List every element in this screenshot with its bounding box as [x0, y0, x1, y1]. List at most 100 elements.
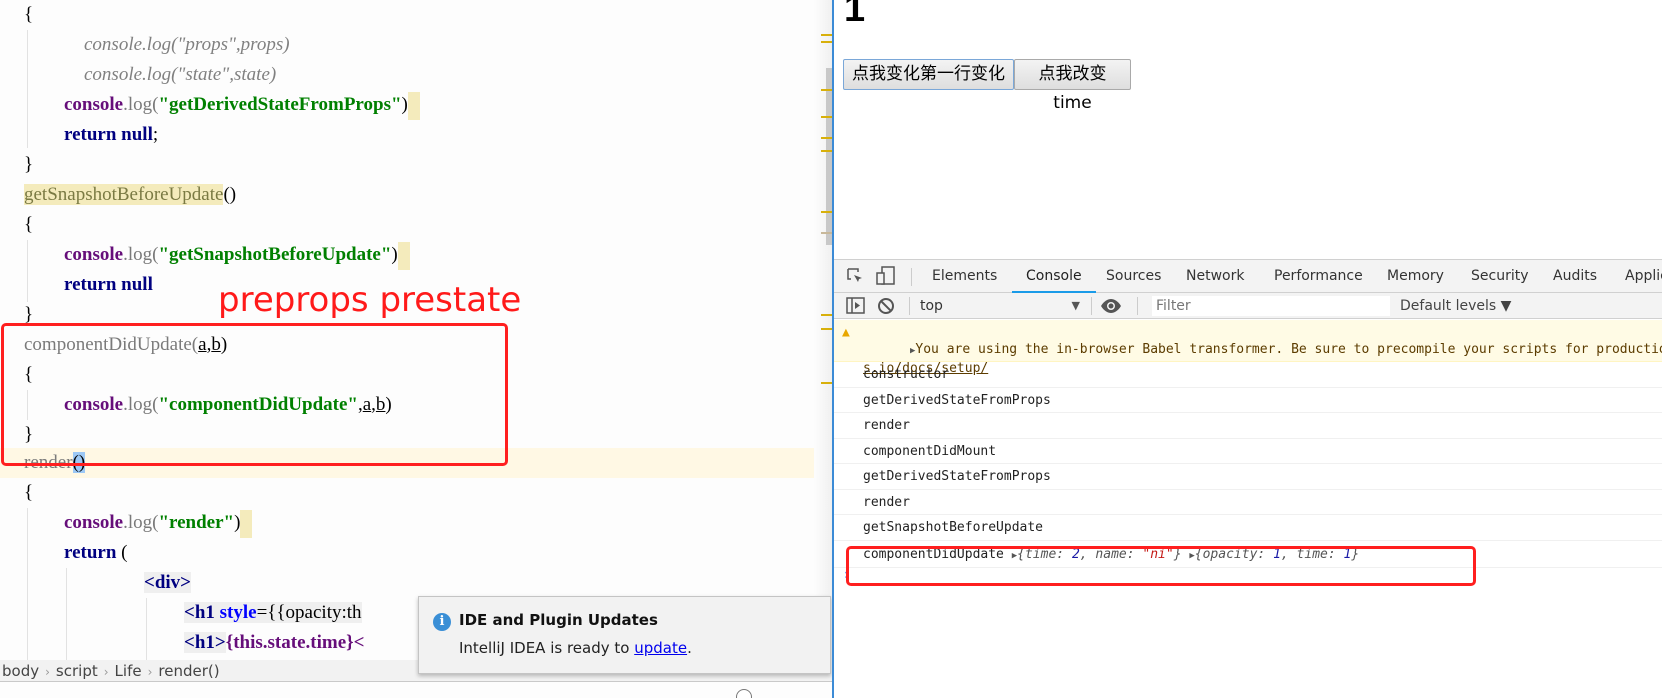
- code-token: (): [223, 184, 237, 205]
- breadcrumb-item[interactable]: Life: [115, 662, 142, 680]
- indent-guide: [27, 240, 28, 302]
- inspect-element-icon[interactable]: [846, 267, 864, 289]
- code-line: <h1>{this.state.time}<: [184, 628, 364, 658]
- code-token: console: [64, 512, 124, 533]
- console-message: render: [834, 413, 1662, 439]
- code-token: .log(: [123, 512, 159, 533]
- code-line: {: [24, 482, 34, 503]
- gutter-marker[interactable]: [821, 116, 832, 118]
- tab-elements[interactable]: Elements: [932, 260, 997, 293]
- gutter-marker[interactable]: [821, 328, 832, 330]
- code-token: getSnapshotBeforeUpdate: [24, 184, 224, 205]
- code-editor[interactable]: { console.log("props",props) console.log…: [0, 0, 832, 698]
- notification-title: IDE and Plugin Updates: [459, 611, 658, 629]
- log-levels-dropdown[interactable]: Default levels ▼: [1400, 293, 1511, 319]
- gutter-marker[interactable]: [821, 382, 832, 384]
- code-token: <div>: [144, 572, 191, 593]
- tab-network[interactable]: Network: [1186, 260, 1244, 293]
- code-line: <h1 style={{opacity:th: [184, 598, 362, 628]
- chevron-right-icon: ›: [147, 665, 153, 679]
- console-message: getSnapshotBeforeUpdate: [834, 515, 1662, 541]
- gutter-marker[interactable]: [821, 232, 832, 234]
- filter-input[interactable]: [1152, 296, 1390, 316]
- code-token: return null: [64, 124, 153, 145]
- info-icon: i: [433, 613, 451, 631]
- console-message: getDerivedStateFromProps: [834, 388, 1662, 413]
- toolbar-separator: [1091, 297, 1092, 315]
- indent-guide: [27, 30, 28, 148]
- gutter-marker[interactable]: [821, 137, 832, 139]
- highlight-mark: [397, 241, 410, 270]
- annotation-box: [1, 323, 508, 466]
- show-sidebar-icon[interactable]: [846, 297, 866, 319]
- code-token: (: [116, 542, 128, 563]
- console-warning: ▲ ▶You are using the in-browser Babel tra…: [834, 320, 1662, 376]
- tab-console[interactable]: Console: [1012, 260, 1096, 293]
- code-token: console: [64, 244, 124, 265]
- change-time-button[interactable]: 点我改变time: [1014, 59, 1131, 113]
- clear-console-icon[interactable]: [877, 297, 895, 319]
- warning-icon: ▲: [842, 325, 850, 340]
- code-token: "getSnapshotBeforeUpdate": [158, 244, 392, 265]
- code-line: }: [24, 154, 34, 175]
- context-select[interactable]: top ▼: [920, 293, 1080, 319]
- code-line: <div>: [144, 568, 191, 598]
- browser-page: 1 点我变化第一行变化 点我改变time: [834, 0, 1662, 259]
- gutter-marker[interactable]: [821, 150, 832, 152]
- chevron-right-icon: ›: [45, 665, 50, 679]
- tab-application[interactable]: Applic: [1625, 260, 1662, 293]
- code-token: console: [64, 94, 124, 115]
- code-token: .log(: [123, 244, 159, 265]
- code-line: console.log("render"): [64, 508, 253, 538]
- gutter-marker[interactable]: [821, 211, 832, 213]
- code-token: "render": [158, 512, 235, 533]
- code-token: ={{opacity:th: [256, 602, 362, 623]
- notification-text: .: [687, 639, 692, 657]
- tab-performance[interactable]: Performance: [1274, 260, 1363, 293]
- dropdown-arrow-icon: ▼: [1071, 299, 1080, 312]
- context-value: top: [920, 298, 943, 314]
- code-token: .log(: [123, 94, 159, 115]
- indent-guide: [146, 598, 147, 660]
- code-token: <h1: [184, 602, 215, 623]
- update-link[interactable]: update: [634, 639, 687, 657]
- notification-text: IntelliJ IDEA is ready to: [459, 639, 635, 657]
- breadcrumb-item[interactable]: render(): [158, 662, 219, 680]
- code-line: return (: [64, 538, 128, 568]
- code-token: ;: [152, 124, 159, 145]
- code-line: {: [24, 4, 34, 25]
- chevron-right-icon: ›: [103, 665, 109, 679]
- toolbar-separator: [909, 297, 910, 315]
- breadcrumb-item[interactable]: script: [56, 662, 98, 680]
- console-toolbar: top ▼ Default levels ▼: [834, 293, 1662, 319]
- code-token: return null: [64, 274, 153, 295]
- gutter-marker[interactable]: [821, 89, 832, 91]
- code-token: return: [64, 542, 117, 563]
- radio-button[interactable]: [736, 689, 752, 698]
- code-line-comment: console.log("props",props): [84, 34, 290, 55]
- gutter-marker[interactable]: [821, 34, 832, 36]
- warning-text: You are using the in-browser Babel trans…: [915, 342, 1662, 357]
- indent-guide: [27, 508, 28, 660]
- change-first-line-button[interactable]: 点我变化第一行变化: [843, 59, 1014, 90]
- code-line: {: [24, 214, 34, 235]
- tab-audits[interactable]: Audits: [1553, 260, 1597, 293]
- gutter-marker[interactable]: [821, 314, 832, 316]
- update-notification[interactable]: i IDE and Plugin Updates IntelliJ IDEA i…: [418, 596, 831, 674]
- gutter-marker[interactable]: [821, 41, 832, 43]
- console-message: getDerivedStateFromProps: [834, 464, 1662, 490]
- notification-body: IntelliJ IDEA is ready to update.: [459, 639, 692, 657]
- bottom-panel: [0, 682, 832, 698]
- tab-memory[interactable]: Memory: [1387, 260, 1444, 293]
- toolbar-separator: [1137, 297, 1138, 315]
- breadcrumb-item[interactable]: body: [2, 662, 39, 680]
- device-toolbar-icon[interactable]: [876, 266, 896, 290]
- toolbar-separator: [911, 268, 912, 286]
- tab-security[interactable]: Security: [1471, 260, 1529, 293]
- code-line-comment: console.log("state",state): [84, 64, 277, 85]
- code-line: console.log("getSnapshotBeforeUpdate"): [64, 240, 410, 270]
- eye-icon[interactable]: [1100, 298, 1122, 318]
- tab-sources[interactable]: Sources: [1106, 260, 1161, 293]
- highlight-mark: [407, 91, 420, 120]
- annotation-text: preprops prestate: [218, 280, 522, 320]
